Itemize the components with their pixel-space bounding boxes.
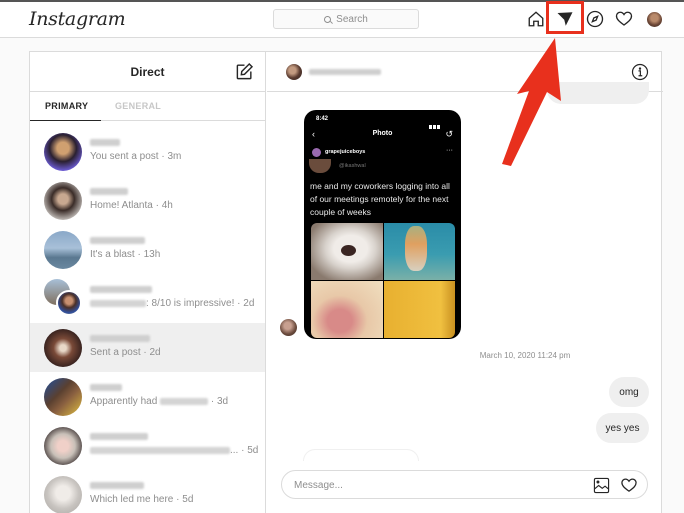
- thread-avatar: [44, 133, 82, 171]
- tab-general[interactable]: GENERAL: [115, 101, 161, 111]
- direct-panel: Direct PRIMARY GENERAL You sent a post ·…: [29, 51, 663, 513]
- thread-name-redacted: [90, 286, 152, 293]
- thread-name-redacted: [90, 139, 120, 146]
- thread-avatar: [44, 329, 82, 367]
- tweet-avatar: [309, 159, 331, 173]
- explore-icon[interactable]: [586, 10, 604, 28]
- thread-item-selected[interactable]: Sent a post · 2d: [30, 323, 265, 372]
- thread-item[interactable]: Which led me here · 5d: [30, 470, 265, 513]
- tweet-handle: @ikashwal: [339, 163, 366, 169]
- group-avatar-front: [56, 290, 82, 316]
- post-image-grid: [311, 223, 455, 338]
- thread-name-redacted: [90, 384, 122, 391]
- home-icon[interactable]: [527, 10, 545, 28]
- sender-avatar: [280, 319, 297, 336]
- thread-name-redacted: [90, 335, 150, 342]
- thread-preview: Which led me here · 5d: [90, 494, 194, 505]
- inbox-sidebar: Direct PRIMARY GENERAL You sent a post ·…: [30, 52, 266, 513]
- thread-item[interactable]: It's a blast · 13h: [30, 225, 265, 274]
- phone-screen-title: Photo: [372, 130, 393, 137]
- thread-avatar: [44, 182, 82, 220]
- inbox-title: Direct: [130, 65, 165, 79]
- grid-image-yellow: [383, 281, 455, 338]
- thread-preview: You sent a post · 3m: [90, 151, 182, 162]
- contact-avatar[interactable]: [286, 64, 302, 80]
- thread-name-redacted: [90, 433, 148, 440]
- message-bubble: yes yes: [596, 413, 649, 443]
- thread-preview: : 8/10 is impressive! · 2d: [90, 298, 254, 309]
- inbox-header: Direct: [30, 52, 265, 92]
- thread-item[interactable]: ... · 5d: [30, 421, 265, 470]
- thread-item[interactable]: You sent a post · 3m: [30, 127, 265, 176]
- image-upload-icon[interactable]: [593, 477, 610, 494]
- previous-message-bubble: [547, 82, 649, 104]
- thread-name-redacted: [90, 188, 128, 195]
- inbox-tabs: PRIMARY GENERAL: [30, 92, 265, 121]
- thread-name-redacted: [90, 482, 144, 489]
- thread-item[interactable]: Apparently had · 3d: [30, 372, 265, 421]
- phone-signal-icons: [429, 116, 449, 129]
- search-box[interactable]: Search: [273, 9, 419, 29]
- message-timestamp: March 10, 2020 11:24 pm: [479, 351, 571, 360]
- post-account-name: grapejuiceboys: [325, 149, 366, 155]
- thread-preview: Apparently had · 3d: [90, 396, 229, 407]
- thread-avatar: [44, 476, 82, 513]
- thread-preview: It's a blast · 13h: [90, 249, 161, 260]
- search-placeholder: Search: [336, 13, 368, 25]
- thread-item-group[interactable]: : 8/10 is impressive! · 2d: [30, 274, 265, 323]
- direct-icon-highlight-box: [546, 1, 584, 34]
- active-tab-indicator: [30, 120, 101, 121]
- grid-image-dog: [311, 223, 383, 280]
- shared-post-screenshot[interactable]: 8:42 ‹ Photo ↺ grapejuiceboys ··· @ikash…: [304, 110, 461, 339]
- post-account-avatar: [312, 148, 321, 157]
- thread-avatar: [44, 231, 82, 269]
- search-icon: [324, 15, 332, 23]
- new-message-icon[interactable]: [235, 62, 254, 81]
- thread-preview: Sent a post · 2d: [90, 347, 161, 358]
- info-icon[interactable]: [631, 63, 649, 81]
- thread-avatar: [44, 378, 82, 416]
- message-input[interactable]: [294, 477, 574, 493]
- tab-primary[interactable]: PRIMARY: [45, 101, 88, 111]
- phone-refresh-icon: ↺: [445, 129, 453, 139]
- thread-name-redacted: [90, 237, 145, 244]
- partial-message-bubble: [303, 449, 419, 461]
- thread-preview: ... · 5d: [90, 445, 258, 456]
- post-caption: me and my coworkers logging into all of …: [310, 181, 450, 217]
- profile-avatar[interactable]: [647, 12, 662, 27]
- thread-item[interactable]: Home! Atlanta · 4h: [30, 176, 265, 225]
- message-bubble: omg: [609, 377, 649, 407]
- post-more-icon: ···: [446, 147, 453, 154]
- phone-status-time: 8:42: [316, 116, 329, 122]
- conversation-pane: 8:42 ‹ Photo ↺ grapejuiceboys ··· @ikash…: [267, 52, 663, 513]
- instagram-logo[interactable]: Instagram: [29, 8, 126, 30]
- grid-image-fish: [383, 223, 455, 280]
- like-heart-icon[interactable]: [620, 477, 638, 494]
- contact-name-redacted[interactable]: [309, 69, 381, 75]
- message-composer: [281, 470, 648, 499]
- activity-heart-icon[interactable]: [615, 10, 633, 28]
- thread-avatar: [44, 427, 82, 465]
- grid-image-closeup: [311, 281, 383, 338]
- thread-preview: Home! Atlanta · 4h: [90, 200, 173, 211]
